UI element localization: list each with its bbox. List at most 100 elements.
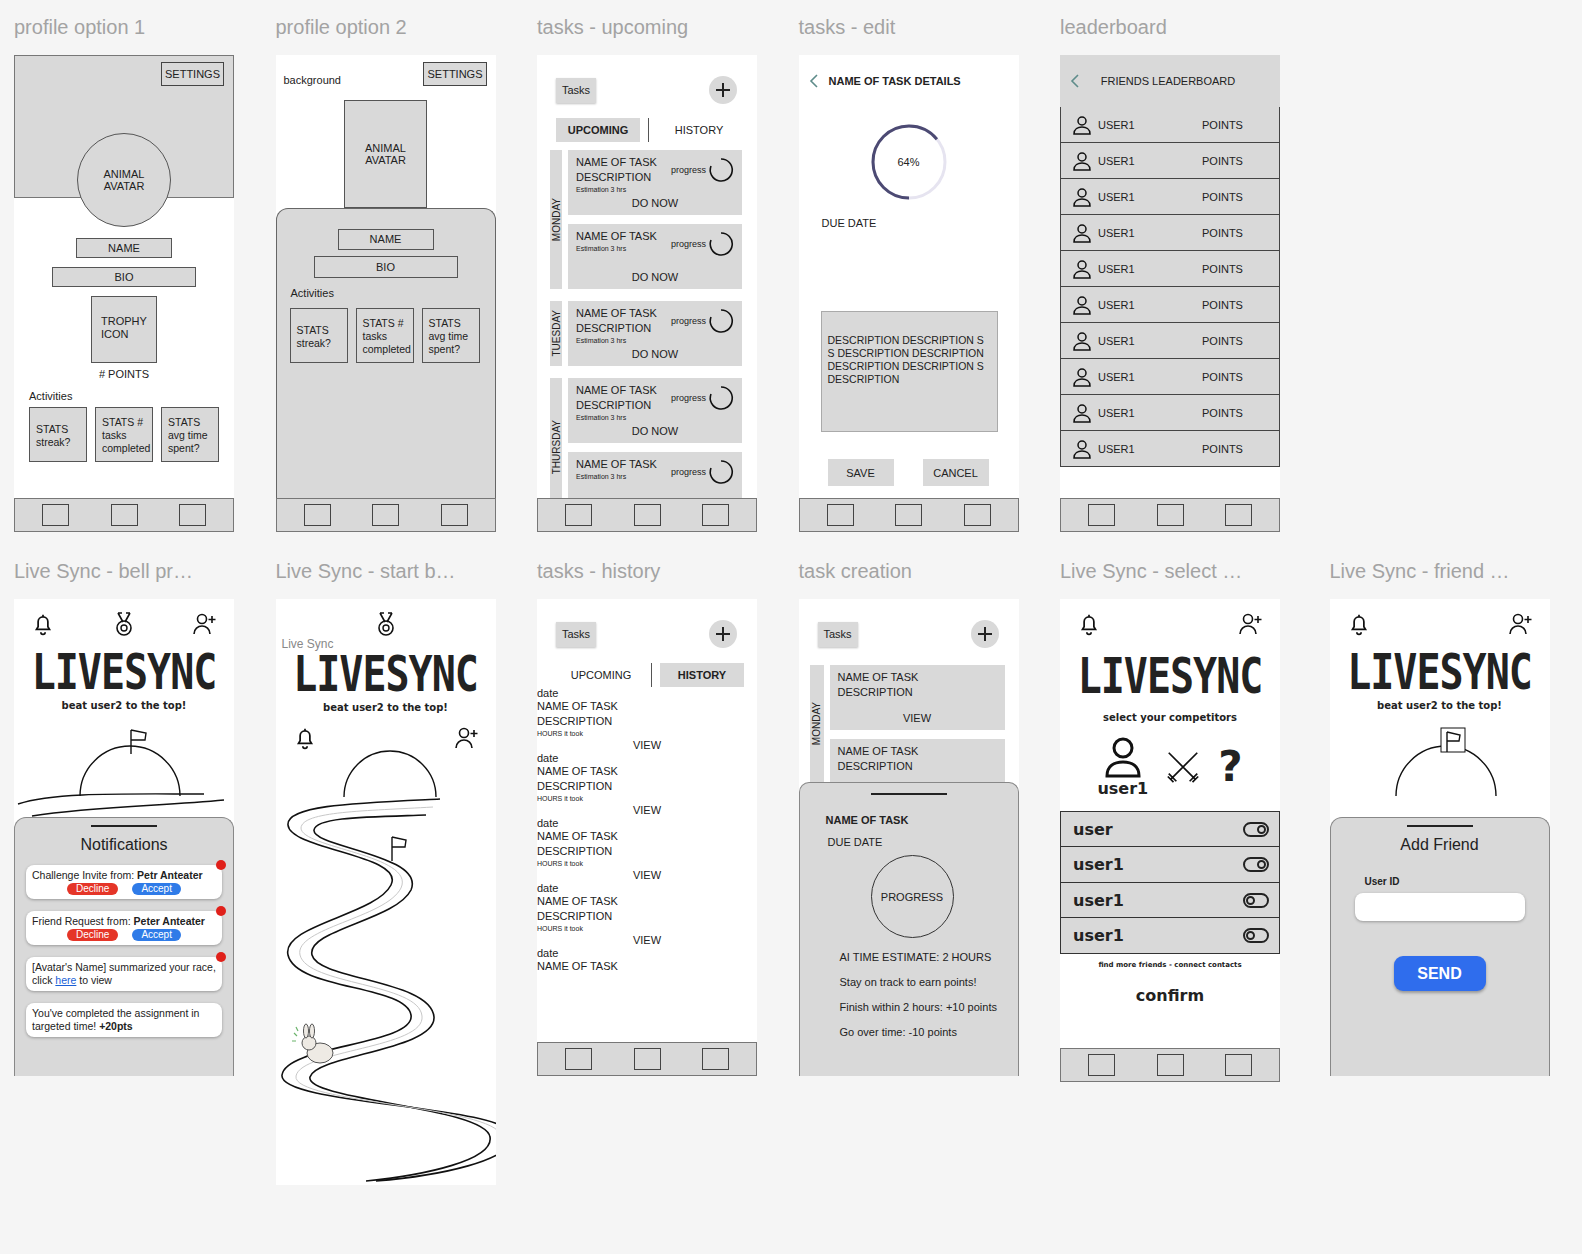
history-card[interactable]: dateNAME OF TASKDESCRIPTIONHOURS it took… <box>537 752 757 817</box>
medal-icon[interactable] <box>373 611 399 637</box>
leaderboard-row[interactable]: USER1POINTS <box>1060 394 1280 431</box>
nav-button[interactable] <box>1225 1054 1252 1076</box>
task-card[interactable]: NAME OF TASKEstimation 3 hrsprogressDO N… <box>568 224 742 289</box>
nav-button[interactable] <box>111 504 138 526</box>
task-card[interactable]: NAME OF TASKDESCRIPTIONVIEW <box>830 665 1005 730</box>
sheet-handle[interactable] <box>91 825 157 827</box>
back-chevron-icon[interactable] <box>809 73 819 89</box>
leaderboard-row[interactable]: USER1POINTS <box>1060 250 1280 287</box>
nav-button[interactable] <box>1088 1054 1115 1076</box>
task-card[interactable]: NAME OF TASKDESCRIPTIONEstimation 3 hrsp… <box>568 301 742 366</box>
leaderboard-row[interactable]: USER1POINTS <box>1060 322 1280 359</box>
action-pill[interactable]: Decline <box>67 883 118 895</box>
tab[interactable]: HISTORY <box>657 118 741 142</box>
find-more-link[interactable]: find more friends - connect contacts <box>1060 960 1280 970</box>
do-now-button[interactable]: DO NOW <box>576 196 734 210</box>
tab[interactable]: HISTORY <box>660 663 744 687</box>
nav-button[interactable] <box>42 504 69 526</box>
add-plus-icon[interactable] <box>708 75 738 105</box>
competitor-row[interactable]: user1 <box>1060 882 1280 919</box>
nav-button[interactable] <box>1157 504 1184 526</box>
action-pill[interactable]: Decline <box>67 929 118 941</box>
history-card[interactable]: dateNAME OF TASKDESCRIPTIONHOURS it took… <box>537 882 757 947</box>
nav-button[interactable] <box>702 504 729 526</box>
leaderboard-row[interactable]: USER1POINTS <box>1060 214 1280 251</box>
competitor-row[interactable]: user <box>1060 811 1280 848</box>
avatar[interactable]: ANIMAL AVATAR <box>77 133 171 227</box>
competitor-row[interactable]: user1 <box>1060 846 1280 883</box>
notification-card[interactable]: You've completed the assignment in targe… <box>26 1003 222 1037</box>
leaderboard-row[interactable]: USER1POINTS <box>1060 430 1280 467</box>
leaderboard-row[interactable]: USER1POINTS <box>1060 142 1280 179</box>
toggle-switch[interactable] <box>1243 822 1269 837</box>
nav-button[interactable] <box>827 504 854 526</box>
nav-button[interactable] <box>634 504 661 526</box>
do-now-button[interactable]: DO NOW <box>576 347 734 361</box>
sheet-handle[interactable] <box>1407 825 1473 827</box>
nav-button[interactable] <box>179 504 206 526</box>
nav-button[interactable] <box>565 1048 592 1070</box>
history-card[interactable]: dateNAME OF TASKDESCRIPTIONHOURS it took… <box>537 687 757 752</box>
task-card[interactable]: NAME OF TASKDESCRIPTIONEstimation 3 hrsp… <box>568 378 742 443</box>
view-button[interactable]: VIEW <box>537 803 757 817</box>
bell-icon[interactable] <box>30 611 56 637</box>
history-card[interactable]: dateNAME OF TASKDESCRIPTIONHOURS it took… <box>537 817 757 882</box>
task-card[interactable]: NAME OF TASKDESCRIPTION <box>830 739 1005 782</box>
toggle-switch[interactable] <box>1243 893 1269 908</box>
medal-icon[interactable] <box>111 611 137 637</box>
add-user-icon[interactable] <box>1238 611 1264 637</box>
bell-icon[interactable] <box>1346 611 1372 637</box>
add-user-icon[interactable] <box>454 725 480 751</box>
leaderboard-row[interactable]: USER1POINTS <box>1060 106 1280 143</box>
toggle-switch[interactable] <box>1243 928 1269 943</box>
nav-button[interactable] <box>304 504 331 526</box>
action-button[interactable]: CANCEL <box>923 459 989 486</box>
nav-button[interactable] <box>1225 504 1252 526</box>
nav-button[interactable] <box>895 504 922 526</box>
nav-button[interactable] <box>441 504 468 526</box>
leaderboard-row[interactable]: USER1POINTS <box>1060 286 1280 323</box>
action-pill[interactable]: Accept <box>132 929 181 941</box>
bell-icon[interactable] <box>1076 611 1102 637</box>
view-button[interactable]: VIEW <box>838 711 997 725</box>
nav-button[interactable] <box>1088 504 1115 526</box>
add-plus-icon[interactable] <box>708 619 738 649</box>
add-user-icon[interactable] <box>192 611 218 637</box>
task-card[interactable]: NAME OF TASKEstimation 3 hrsprogress <box>568 452 742 498</box>
view-button[interactable]: VIEW <box>537 738 757 752</box>
nav-button[interactable] <box>964 504 991 526</box>
tab[interactable]: UPCOMING <box>556 118 640 142</box>
settings-button[interactable]: SETTINGS <box>161 62 224 86</box>
back-chevron-icon[interactable] <box>1070 73 1080 89</box>
toggle-switch[interactable] <box>1243 857 1269 872</box>
tab[interactable]: UPCOMING <box>559 663 643 687</box>
nav-button[interactable] <box>702 1048 729 1070</box>
action-pill[interactable]: Accept <box>132 883 181 895</box>
sheet-handle[interactable] <box>871 793 947 795</box>
nav-button[interactable] <box>1157 1054 1184 1076</box>
action-button[interactable]: SAVE <box>828 459 894 486</box>
do-now-button[interactable]: DO NOW <box>576 424 734 438</box>
nav-button[interactable] <box>565 504 592 526</box>
notification-card[interactable]: Challenge Invite from: Petr AnteaterDecl… <box>26 865 222 899</box>
bell-icon[interactable] <box>292 725 318 751</box>
notification-card[interactable]: Friend Request from: Peter AnteaterDecli… <box>26 911 222 945</box>
confirm-button[interactable]: confirm <box>1060 986 1280 1006</box>
task-card[interactable]: NAME OF TASKDESCRIPTIONEstimation 3 hrsp… <box>568 150 742 215</box>
do-now-button[interactable]: DO NOW <box>576 270 734 284</box>
competitor-row[interactable]: user1 <box>1060 917 1280 954</box>
send-button[interactable]: SEND <box>1394 956 1486 991</box>
avatar[interactable]: ANIMAL AVATAR <box>344 100 427 208</box>
leaderboard-row[interactable]: USER1POINTS <box>1060 358 1280 395</box>
user-id-input[interactable] <box>1355 893 1525 921</box>
notification-card[interactable]: [Avatar's Name] summarized your race, cl… <box>26 957 222 991</box>
description-box[interactable]: DESCRIPTION DESCRIPTION S S DESCRIPTION … <box>821 311 998 432</box>
history-card[interactable]: dateNAME OF TASK <box>537 947 757 974</box>
settings-button[interactable]: SETTINGS <box>423 62 486 86</box>
leaderboard-row[interactable]: USER1POINTS <box>1060 178 1280 215</box>
add-plus-icon[interactable] <box>970 619 1000 649</box>
link[interactable]: here <box>55 974 76 986</box>
nav-button[interactable] <box>372 504 399 526</box>
add-user-icon[interactable] <box>1508 611 1534 637</box>
nav-button[interactable] <box>634 1048 661 1070</box>
